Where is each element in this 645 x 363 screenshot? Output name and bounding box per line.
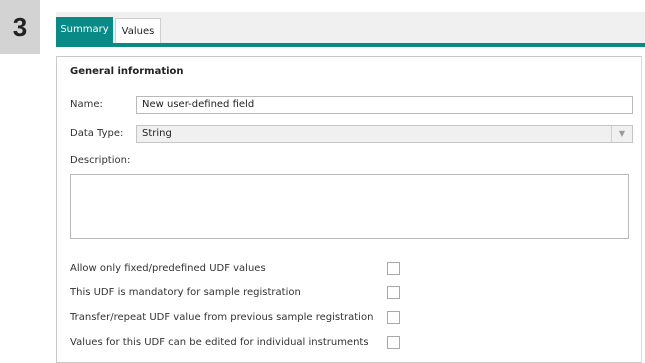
option-label: Values for this UDF can be edited for in… <box>70 337 369 348</box>
section-title: General information <box>70 66 184 77</box>
step-badge: 3 <box>0 0 40 54</box>
tab-bar: Summary Values <box>56 12 645 44</box>
chevron-down-icon[interactable]: ▼ <box>611 126 632 142</box>
option-row-fixed-values: Allow only fixed/predefined UDF values <box>70 262 630 276</box>
description-field[interactable] <box>70 174 629 239</box>
option-row-transfer: Transfer/repeat UDF value from previous … <box>70 311 630 325</box>
description-label: Description: <box>70 155 131 166</box>
option-label: Allow only fixed/predefined UDF values <box>70 263 266 274</box>
fixed-values-checkbox[interactable] <box>387 262 400 275</box>
option-row-mandatory: This UDF is mandatory for sample registr… <box>70 286 630 300</box>
transfer-checkbox[interactable] <box>387 311 400 324</box>
name-label: Name: <box>70 99 103 110</box>
mandatory-checkbox[interactable] <box>387 286 400 299</box>
udf-editor-panel: Summary Values General information Name:… <box>56 12 645 363</box>
editable-checkbox[interactable] <box>387 336 400 349</box>
tab-summary[interactable]: Summary <box>56 17 113 43</box>
data-type-select[interactable]: String ▼ <box>136 125 633 143</box>
data-type-value: String <box>142 128 172 139</box>
name-field[interactable]: New user-defined field <box>136 96 633 114</box>
data-type-label: Data Type: <box>70 128 124 139</box>
option-label: Transfer/repeat UDF value from previous … <box>70 312 374 323</box>
general-information-form: General information Name: New user-defin… <box>56 56 642 363</box>
step-number: 3 <box>12 12 28 42</box>
tab-values[interactable]: Values <box>115 18 161 44</box>
tab-underline <box>56 43 645 47</box>
option-label: This UDF is mandatory for sample registr… <box>70 287 301 298</box>
option-row-editable: Values for this UDF can be edited for in… <box>70 336 630 350</box>
